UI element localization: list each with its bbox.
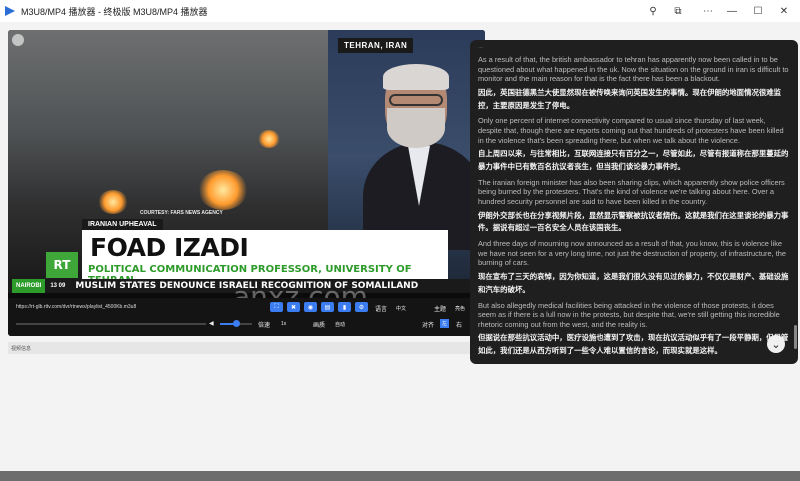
- close-icon[interactable]: ✕: [776, 3, 792, 19]
- transcript-scrollbar[interactable]: [794, 325, 797, 349]
- window-title: M3U8/MP4 播放器 - 终极版 M3U8/MP4 播放器: [21, 6, 208, 17]
- scroll-down-icon[interactable]: ⌄: [767, 335, 785, 353]
- taskbar: [0, 471, 800, 481]
- section-label: IRANIAN UPHEAVAL: [82, 219, 163, 230]
- transcript-chinese: 自上周四以来，与往常相比，互联网连接只有百分之一，尽管如此，尽管有报道称在那里蔓…: [478, 149, 789, 171]
- transcript-english: But also allegedly medical facilities be…: [478, 300, 780, 329]
- player-controls: https://rt-glb.rttv.com/dvr/rtnews/playl…: [8, 298, 485, 336]
- title-bar: M3U8/MP4 播放器 - 终极版 M3U8/MP4 播放器 ⚲ ⧉ ⋯ — …: [0, 0, 800, 22]
- transcript-chinese: 伊朗外交部长也在分享视频片段，显然显示警察被抗议者烧伤。这就是我们在这里谈论的暴…: [478, 210, 789, 233]
- app-window: M3U8/MP4 播放器 - 终极版 M3U8/MP4 播放器 ⚲ ⧉ ⋯ — …: [0, 0, 800, 471]
- ticker-city: NAIROBI: [12, 279, 46, 293]
- stream-url[interactable]: https://rt-glb.rttv.com/dvr/rtnews/playl…: [16, 304, 136, 310]
- save-icon[interactable]: ▮: [338, 302, 351, 312]
- minimize-icon[interactable]: —: [724, 3, 740, 19]
- ticker-time: 13 09: [50, 283, 66, 289]
- theme-label: 主题: [434, 307, 447, 313]
- fullscreen-icon[interactable]: ⛶: [270, 302, 283, 312]
- fire-image: [198, 170, 248, 210]
- align-label: 对齐: [422, 323, 435, 329]
- seek-bar[interactable]: [16, 323, 206, 325]
- transcript-english: Only one percent of internet connectivit…: [478, 116, 784, 145]
- location-badge: TEHRAN, IRAN: [338, 38, 414, 53]
- transcript-english: The iranian foreign minister has also be…: [478, 177, 785, 206]
- transcript-english: As a result of that, the british ambassa…: [478, 55, 789, 84]
- video-player[interactable]: TEHRAN, IRAN COURTESY: FARS NEWS AGENCY …: [8, 30, 485, 336]
- extensions-icon[interactable]: ⧉: [670, 3, 686, 19]
- close-stream-icon[interactable]: ✖: [287, 302, 300, 312]
- screenshot-icon[interactable]: ◉: [304, 302, 317, 312]
- courtesy-text: COURTESY: FARS NEWS AGENCY: [140, 210, 223, 216]
- language-label: 语言: [375, 307, 388, 313]
- transcript-top-line: ...: [478, 44, 484, 50]
- subtitle-icon[interactable]: ▤: [321, 302, 334, 312]
- language-select[interactable]: 中文: [396, 305, 406, 312]
- pin-icon[interactable]: ⚲: [645, 3, 661, 19]
- settings-icon[interactable]: ⚙: [355, 302, 368, 312]
- transcript-list: As a result of that, the british ambassa…: [478, 55, 790, 358]
- maximize-icon[interactable]: ☐: [750, 3, 766, 19]
- app-icon: [5, 6, 15, 16]
- align-right-button[interactable]: 右: [456, 320, 462, 329]
- replay-icon[interactable]: [12, 34, 24, 46]
- fire-image: [98, 190, 128, 214]
- more-icon[interactable]: ⋯: [700, 3, 716, 19]
- status-bar: 视频信息 状态: [8, 342, 485, 354]
- volume-icon[interactable]: ◀: [209, 320, 214, 327]
- video-frame[interactable]: TEHRAN, IRAN COURTESY: FARS NEWS AGENCY …: [8, 30, 485, 313]
- align-left-button[interactable]: 左: [440, 319, 449, 328]
- volume-slider[interactable]: [220, 320, 252, 327]
- speaker-name: FOAD IZADI: [90, 233, 249, 262]
- speed-label: 倍速: [258, 323, 271, 329]
- speaker-image: [363, 50, 483, 250]
- channel-logo: RT: [46, 252, 78, 278]
- transcript-panel[interactable]: ... As a result of that, the british amb…: [470, 40, 798, 364]
- transcript-chinese: 但据说在那些抗议活动中，医疗设施也遭到了攻击，现在抗议活动似乎有了一段平静期，但…: [478, 333, 789, 356]
- transcript-english: And three days of mourning now announced…: [478, 239, 786, 268]
- quality-select[interactable]: 自动: [335, 321, 345, 328]
- lower-third: FOAD IZADI POLITICAL COMMUNICATION PROFE…: [82, 230, 448, 286]
- fire-image: [258, 130, 280, 148]
- transcript-chinese: 现在宣布了三天的哀悼，因为你知道，这是我们很久没有见过的暴力，不仅仅是财产、基础…: [478, 271, 789, 294]
- quality-label: 画质: [313, 323, 326, 329]
- status-left: 视频信息: [11, 346, 32, 352]
- theme-select[interactable]: 亮色: [455, 305, 465, 312]
- speed-select[interactable]: 1x: [281, 321, 286, 327]
- transcript-chinese: 因此，英国驻德黑兰大使显然现在被传唤来询问英国发生的事情。现在伊朗的地面情况很难…: [478, 87, 782, 110]
